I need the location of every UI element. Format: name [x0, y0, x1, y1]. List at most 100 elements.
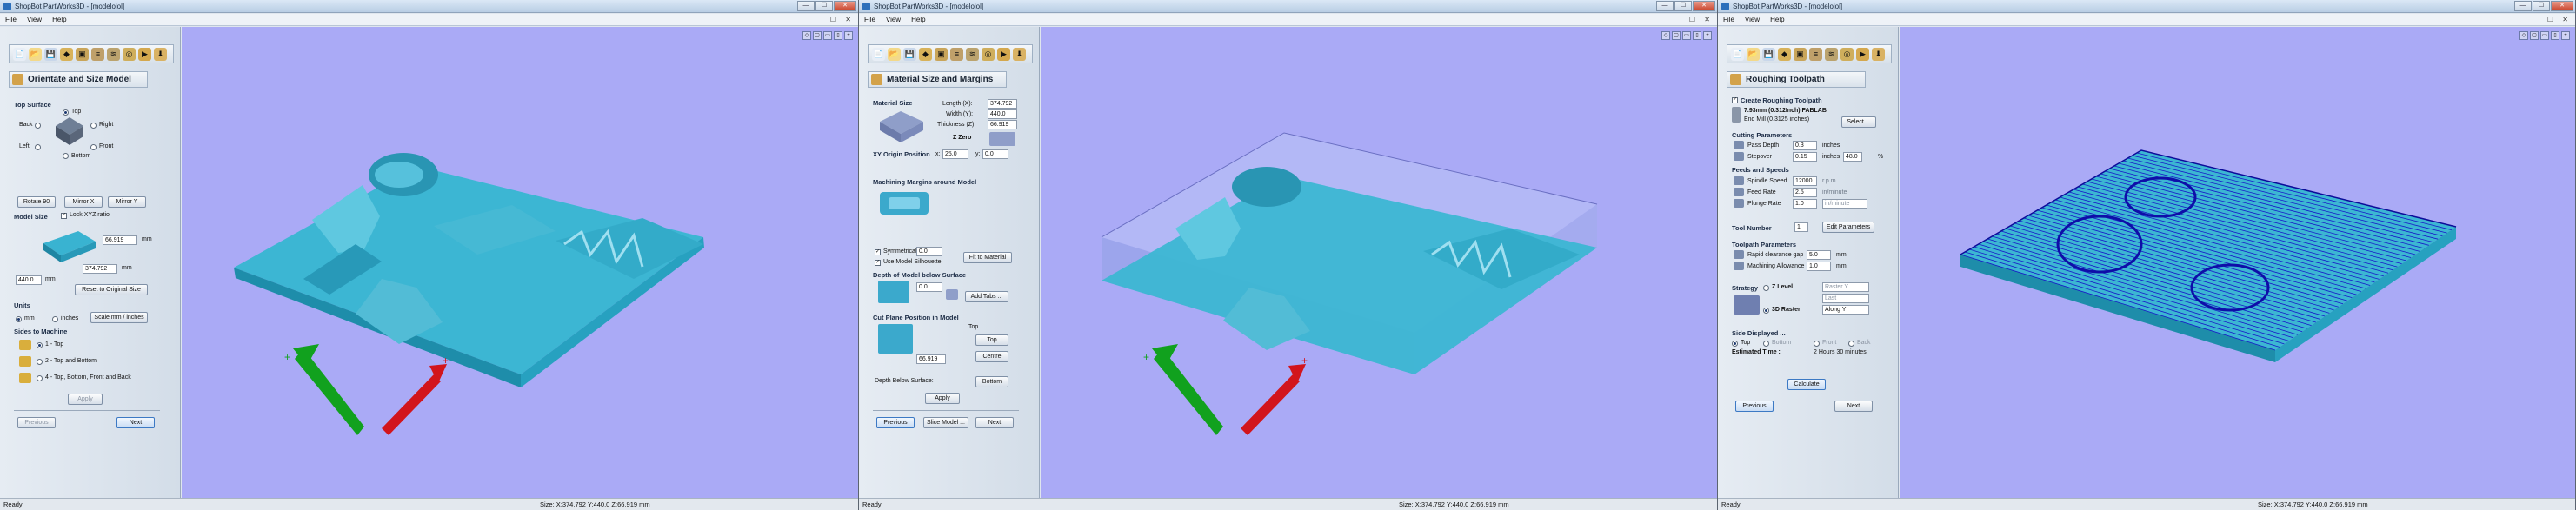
3d-viewport[interactable]: ◇ ▢ ▭ ▯ + + +: [1041, 27, 1717, 498]
depth-input[interactable]: 0.0: [916, 282, 942, 292]
radio-side-top[interactable]: [1732, 341, 1738, 347]
next-button[interactable]: Next: [1834, 401, 1873, 412]
new-icon[interactable]: 📄: [13, 47, 26, 61]
orient-icon[interactable]: ◆: [1778, 47, 1791, 61]
roughing-icon[interactable]: ≡: [950, 47, 963, 61]
origin-x-input[interactable]: 25.0: [942, 149, 968, 159]
minimize-button[interactable]: —: [2514, 1, 2532, 11]
preview-icon[interactable]: ▶: [138, 47, 151, 61]
stepover-input[interactable]: 0.15: [1793, 152, 1817, 162]
rapid-gap-input[interactable]: 5.0: [1807, 250, 1831, 260]
open-icon[interactable]: 📂: [29, 47, 42, 61]
top-plane-button[interactable]: Top: [975, 334, 1008, 346]
close-button[interactable]: ✕: [1693, 1, 1715, 11]
radio-side-2[interactable]: [37, 359, 43, 365]
material-icon[interactable]: ▣: [76, 47, 89, 61]
save-icon[interactable]: 💾: [903, 47, 916, 61]
open-icon[interactable]: 📂: [1747, 47, 1760, 61]
close-button[interactable]: ✕: [834, 1, 856, 11]
mdi-controls[interactable]: _ ☐ ✕: [2534, 16, 2572, 23]
next-button[interactable]: Next: [975, 417, 1014, 428]
previous-button[interactable]: Previous: [17, 417, 56, 428]
slice-model-button[interactable]: Slice Model ...: [923, 417, 968, 428]
radio-mm[interactable]: [16, 316, 22, 322]
material-icon[interactable]: ▣: [935, 47, 948, 61]
add-tabs-button[interactable]: Add Tabs ...: [965, 291, 1008, 302]
apply-button[interactable]: Apply: [925, 393, 960, 404]
orient-icon[interactable]: ◆: [60, 47, 73, 61]
minimize-button[interactable]: —: [1656, 1, 1674, 11]
radio-side-4[interactable]: [37, 375, 43, 381]
pass-depth-input[interactable]: 0.3: [1793, 141, 1817, 150]
menu-help[interactable]: Help: [52, 16, 66, 23]
finishing-icon[interactable]: ≋: [966, 47, 979, 61]
mirror-y-button[interactable]: Mirror Y: [108, 196, 146, 208]
radio-3d-raster[interactable]: [1763, 308, 1769, 314]
roughing-icon[interactable]: ≡: [1809, 47, 1822, 61]
rotate-90-button[interactable]: Rotate 90: [17, 196, 56, 208]
width-input[interactable]: 440.0: [988, 109, 1017, 119]
mirror-x-button[interactable]: Mirror X: [64, 196, 103, 208]
preview-icon[interactable]: ▶: [997, 47, 1010, 61]
plunge-unit-select[interactable]: in/minute: [1822, 199, 1867, 209]
size-z-input[interactable]: 66.919: [103, 235, 137, 245]
feed-rate-input[interactable]: 2.5: [1793, 188, 1817, 197]
menu-view[interactable]: View: [1745, 16, 1760, 23]
cutout-icon[interactable]: ◎: [123, 47, 136, 61]
raster-select[interactable]: Along Y: [1822, 305, 1869, 315]
radio-left[interactable]: [35, 144, 41, 150]
radio-back[interactable]: [35, 123, 41, 129]
bottom-plane-button[interactable]: Bottom: [975, 376, 1008, 387]
size-x-input[interactable]: 440.0: [16, 275, 42, 285]
3d-viewport[interactable]: ◇ ▢ ▭ ▯ + + +: [182, 27, 858, 498]
radio-inches[interactable]: [52, 316, 58, 322]
roughing-icon[interactable]: ≡: [91, 47, 104, 61]
save-icon[interactable]: 💾: [1762, 47, 1775, 61]
menu-view[interactable]: View: [27, 16, 42, 23]
minimize-button[interactable]: —: [797, 1, 815, 11]
length-input[interactable]: 374.792: [988, 99, 1017, 109]
previous-button[interactable]: Previous: [876, 417, 915, 428]
next-button[interactable]: Next: [116, 417, 155, 428]
plunge-rate-input[interactable]: 1.0: [1793, 199, 1817, 209]
radio-bottom[interactable]: [63, 153, 69, 159]
finishing-icon[interactable]: ≋: [1825, 47, 1838, 61]
cutout-icon[interactable]: ◎: [982, 47, 995, 61]
last-select[interactable]: Last: [1822, 294, 1869, 303]
create-roughing-checkbox[interactable]: ✓: [1732, 97, 1738, 103]
radio-side-front[interactable]: [1814, 341, 1820, 347]
close-button[interactable]: ✕: [2551, 1, 2573, 11]
preview-icon[interactable]: ▶: [1856, 47, 1869, 61]
radio-side-back[interactable]: [1848, 341, 1854, 347]
maximize-button[interactable]: ☐: [1674, 1, 1692, 11]
edit-parameters-button[interactable]: Edit Parameters: [1822, 222, 1874, 233]
stepover-pct-input[interactable]: 48.0: [1843, 152, 1862, 162]
save-toolpath-icon[interactable]: ⬇: [1872, 47, 1885, 61]
size-y-input[interactable]: 374.792: [83, 264, 117, 274]
tool-number-input[interactable]: 1: [1794, 222, 1808, 232]
menu-view[interactable]: View: [886, 16, 901, 23]
radio-side-1[interactable]: [37, 342, 43, 348]
allowance-input[interactable]: 1.0: [1807, 262, 1831, 271]
zzero-icon[interactable]: [989, 132, 1015, 146]
radio-zlevel[interactable]: [1763, 285, 1769, 291]
maximize-button[interactable]: ☐: [815, 1, 833, 11]
maximize-button[interactable]: ☐: [2533, 1, 2550, 11]
material-icon[interactable]: ▣: [1794, 47, 1807, 61]
margin-input[interactable]: 0.0: [916, 247, 942, 256]
reset-size-button[interactable]: Reset to Original Size: [75, 284, 148, 295]
radio-right[interactable]: [90, 123, 97, 129]
lock-ratio-checkbox[interactable]: ✓: [61, 213, 67, 219]
open-icon[interactable]: 📂: [888, 47, 901, 61]
menu-file[interactable]: File: [5, 16, 17, 23]
scale-units-button[interactable]: Scale mm / inches: [90, 312, 148, 323]
mdi-controls[interactable]: _ ☐ ✕: [1676, 16, 1714, 23]
menu-file[interactable]: File: [864, 16, 875, 23]
radio-side-bottom[interactable]: [1763, 341, 1769, 347]
mdi-controls[interactable]: _ ☐ ✕: [817, 16, 855, 23]
select-tool-button[interactable]: Select ...: [1841, 116, 1876, 128]
new-icon[interactable]: 📄: [872, 47, 885, 61]
save-icon[interactable]: 💾: [44, 47, 57, 61]
spindle-input[interactable]: 12000: [1793, 176, 1817, 186]
symmetrical-checkbox[interactable]: ✓: [875, 249, 881, 255]
